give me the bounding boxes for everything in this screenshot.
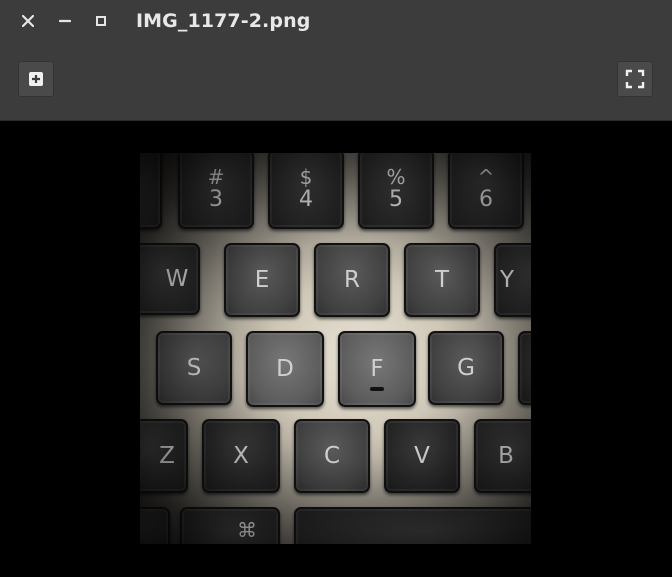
close-icon [22,15,34,27]
key-command: ⌘ [180,507,280,544]
key-letter: D [276,356,294,382]
key-d: D [246,331,324,407]
key-w: W [140,243,200,315]
key-letter: B [498,443,514,469]
fullscreen-button[interactable] [617,61,653,97]
key-partial [140,507,170,544]
key-f: F [338,331,416,407]
key-x: X [202,419,280,493]
key-5: % 5 [358,153,434,229]
key-letter: Y [499,267,515,293]
minimize-icon [59,19,71,23]
key-symbol: ^ [477,165,495,189]
key-r: R [314,243,390,317]
image-canvas[interactable]: # 3 $ 4 % 5 ^ 6 W E R T Y S D F G Z X C … [0,121,672,577]
home-row-bump [370,387,384,391]
key-symbol: ⌘ [237,518,257,542]
key-e: E [224,243,300,317]
key-s: S [156,331,232,405]
minimize-button[interactable] [55,9,75,33]
key-4: $ 4 [268,153,344,229]
fullscreen-icon [625,69,645,89]
key-letter: R [344,267,360,293]
key-t: T [404,243,480,317]
key-b: B [474,419,531,493]
key-letter: T [434,267,450,293]
toolbar [0,46,672,121]
keyboard-photo: # 3 $ 4 % 5 ^ 6 W E R T Y S D F G Z X C … [140,153,531,544]
window-title: IMG_1177-2.png [136,10,311,32]
plus-icon [29,72,43,86]
key-letter: E [254,267,270,293]
key-letter: V [414,443,430,469]
image-viewer-window: IMG_1177-2.png # 3 $ 4 % 5 ^ 6 W E R T Y… [0,0,672,577]
key-space [294,507,531,544]
key-letter: W [165,266,189,292]
key-c: C [294,419,370,493]
close-button[interactable] [18,9,38,33]
key-y: Y [494,243,531,317]
key-number: 4 [299,187,313,212]
key-symbol: # [207,165,225,189]
key-number: 3 [209,187,223,212]
key-number: 6 [479,187,493,212]
key-letter: F [370,356,384,382]
key-3: # 3 [178,153,254,229]
add-button[interactable] [18,61,54,97]
title-bar: IMG_1177-2.png [0,0,672,46]
key-letter: Z [159,443,175,469]
key-partial [518,331,531,405]
key-letter: X [233,443,249,469]
key-letter: C [323,443,341,469]
key-z: Z [140,419,188,493]
maximize-icon [96,16,106,26]
key-symbol: % [386,165,406,189]
key-number: 5 [389,187,403,212]
key-g: G [428,331,504,405]
key-letter: S [186,355,202,381]
key-partial [140,153,162,229]
maximize-button[interactable] [91,9,111,33]
key-symbol: $ [299,165,313,189]
key-6: ^ 6 [448,153,524,229]
key-v: V [384,419,460,493]
key-letter: G [457,355,475,381]
